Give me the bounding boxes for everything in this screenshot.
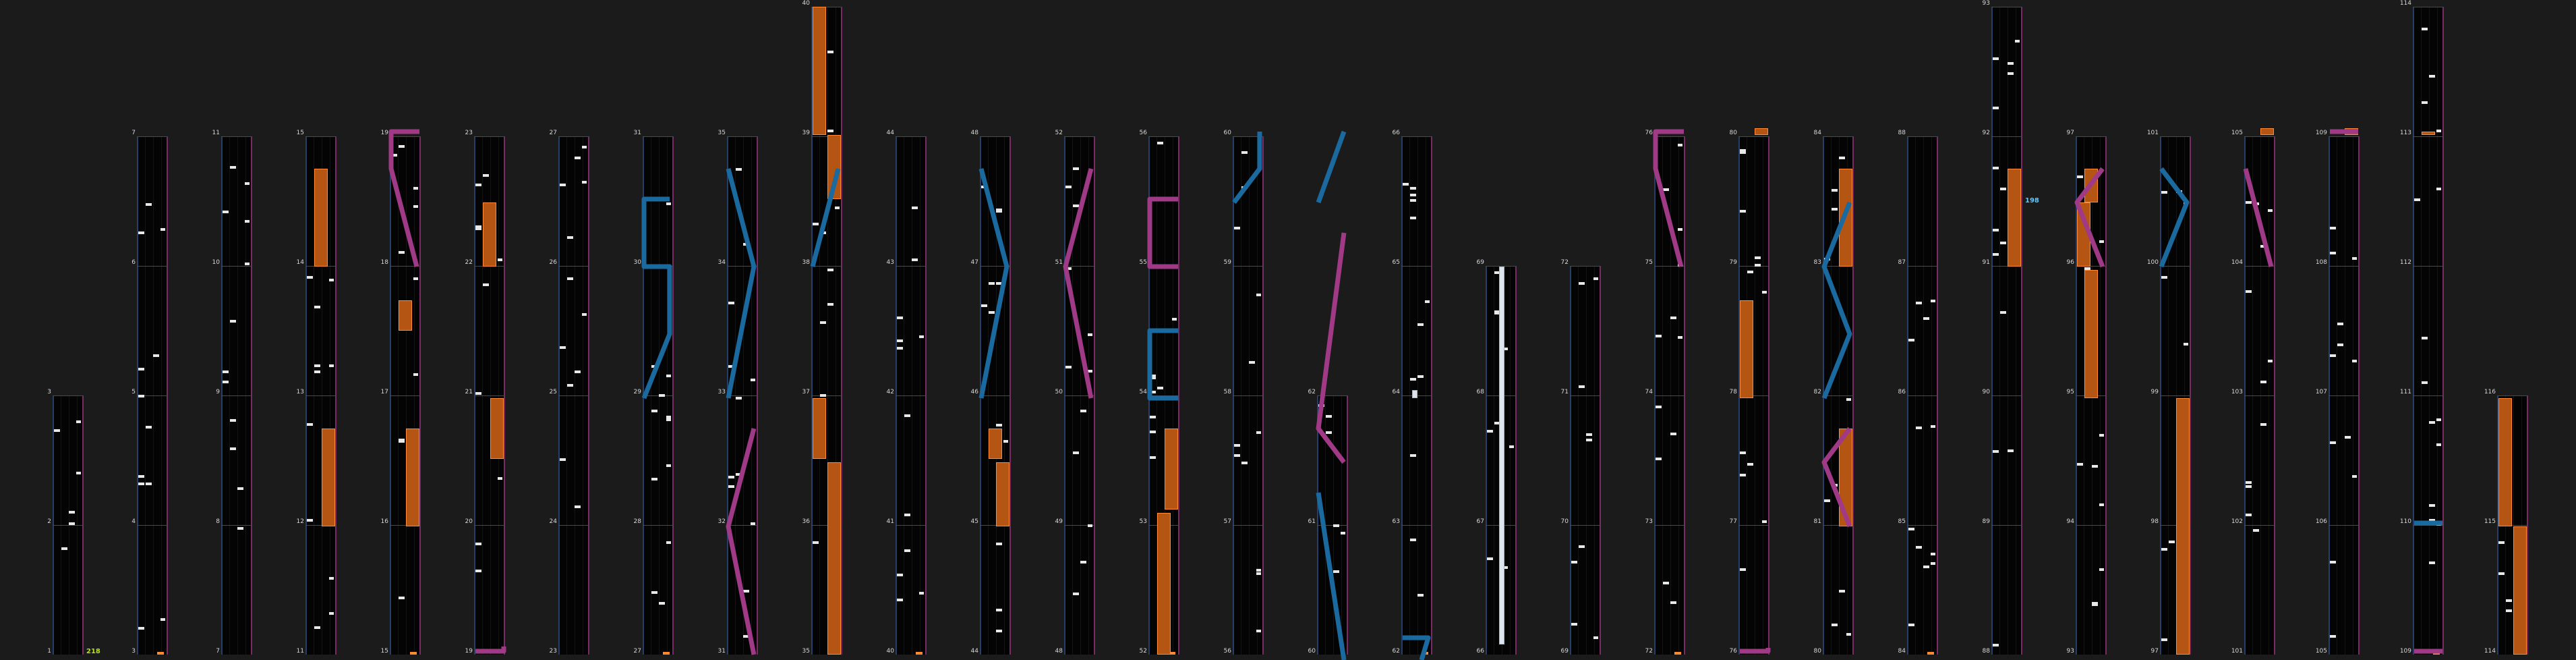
slide-path[interactable] (978, 168, 1009, 399)
slide-paths-layer (388, 129, 2442, 660)
slide-path[interactable] (388, 129, 419, 267)
slide-path[interactable] (1147, 328, 1178, 401)
slide-path[interactable] (726, 168, 757, 399)
slide-path[interactable] (1403, 635, 1431, 660)
slide-path[interactable] (475, 647, 506, 654)
slide-path[interactable] (1821, 427, 1852, 528)
slide-path[interactable] (2159, 167, 2190, 268)
slide-path[interactable] (2074, 167, 2105, 268)
slide-path[interactable] (1232, 132, 1262, 204)
slide-path[interactable] (1147, 196, 1178, 269)
slide-path[interactable] (1740, 648, 1771, 654)
slide-path[interactable] (1653, 129, 1684, 267)
slide-path[interactable] (726, 428, 757, 655)
slide-path[interactable] (1316, 130, 1347, 204)
slide-path[interactable] (810, 168, 841, 267)
slide-path[interactable] (1316, 492, 1347, 660)
slide-path[interactable] (2243, 168, 2274, 267)
slide-path[interactable] (641, 196, 672, 400)
slide-path[interactable] (1063, 168, 1094, 399)
slide-path[interactable] (1821, 201, 1852, 400)
chart-editor-canvas[interactable]: 1 2 3 3 4 5 6 7 7 8 9 10 11 11 12 13 14 15 15 16 17 18 19 19 20 2… (0, 0, 2576, 660)
slide-path[interactable] (1316, 232, 1347, 464)
